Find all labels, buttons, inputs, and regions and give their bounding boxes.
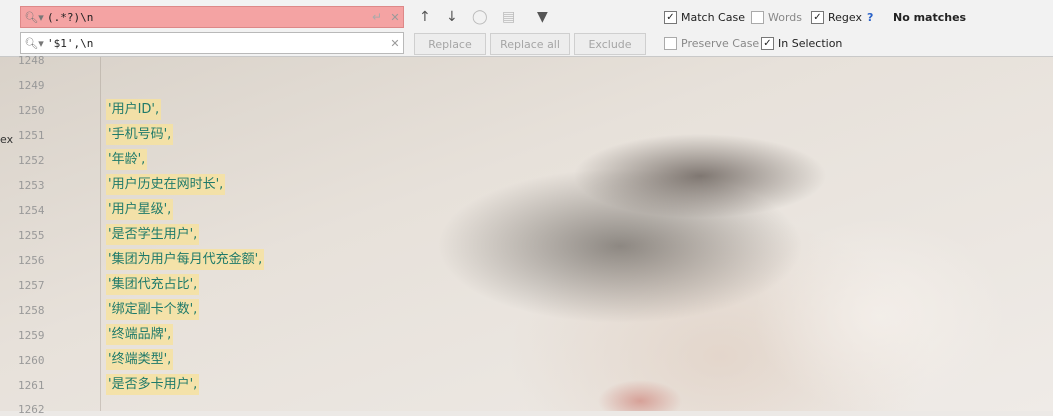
line-number: 1249: [18, 79, 45, 92]
filter-icon[interactable]: ▼: [537, 9, 548, 25]
replace-search-icon[interactable]: 🔍︎▾: [21, 37, 47, 50]
select-all-occurrences-icon[interactable]: ▤: [502, 9, 515, 25]
code-line[interactable]: '用户ID',: [106, 99, 162, 120]
words-label: Words: [768, 11, 803, 24]
replace-input-value[interactable]: '$1',\n: [47, 37, 387, 50]
code-line[interactable]: '绑定副卡个数',: [106, 299, 200, 320]
line-number: 1250: [18, 104, 45, 117]
preserve-case-label: Preserve Case: [681, 37, 760, 50]
code-line[interactable]: '终端品牌',: [106, 324, 174, 345]
line-number: 1262: [18, 403, 45, 416]
line-number: 1256: [18, 254, 45, 267]
code-line[interactable]: '年龄',: [106, 149, 148, 170]
match-case-check-icon[interactable]: ✓: [664, 11, 677, 24]
arrow-up-icon[interactable]: ↑: [419, 9, 431, 25]
in-selection-check-icon[interactable]: ✓: [761, 37, 774, 50]
code-line[interactable]: '集团为用户每月代充金额',: [106, 249, 265, 270]
line-number: 1253: [18, 179, 45, 192]
exclude-button[interactable]: Exclude: [574, 33, 646, 55]
code-line[interactable]: '手机号码',: [106, 124, 174, 145]
code-line[interactable]: '是否多卡用户',: [106, 374, 200, 395]
line-number: 1255: [18, 229, 45, 242]
words-checkbox[interactable]: Words: [751, 11, 802, 24]
code-line[interactable]: '用户历史在网时长',: [106, 174, 226, 195]
match-case-label: Match Case: [681, 11, 745, 24]
search-input[interactable]: 🔍︎▾ (.*?)\n ↵ ✕: [20, 6, 404, 28]
enter-icon[interactable]: ↵: [367, 10, 387, 24]
line-number: 1258: [18, 304, 45, 317]
line-number: 1259: [18, 329, 45, 342]
words-check-icon[interactable]: [751, 11, 764, 24]
regex-help-icon[interactable]: ?: [867, 11, 873, 24]
line-number: 1261: [18, 379, 45, 392]
line-number: 1257: [18, 279, 45, 292]
code-line[interactable]: '终端类型',: [106, 349, 174, 370]
search-icon[interactable]: 🔍︎▾: [21, 11, 47, 24]
replace-all-button[interactable]: Replace all: [490, 33, 570, 55]
code-line[interactable]: '集团代充占比',: [106, 274, 200, 295]
arrow-down-icon[interactable]: ↓: [446, 9, 458, 25]
code-line[interactable]: '是否学生用户',: [106, 224, 200, 245]
in-selection-label: In Selection: [778, 37, 843, 50]
preserve-case-checkbox[interactable]: Preserve Case: [664, 37, 759, 50]
regex-label: Regex: [828, 11, 862, 24]
match-case-checkbox[interactable]: ✓ Match Case: [664, 11, 745, 24]
in-selection-checkbox[interactable]: ✓ In Selection: [761, 37, 842, 50]
line-number: 1248: [18, 54, 45, 67]
replace-input[interactable]: 🔍︎▾ '$1',\n ✕: [20, 32, 404, 54]
line-number: 1254: [18, 204, 45, 217]
preserve-case-check-icon[interactable]: [664, 37, 677, 50]
search-input-value[interactable]: (.*?)\n: [47, 11, 367, 24]
left-panel-stub: ex: [0, 133, 14, 146]
match-status: No matches: [893, 11, 967, 24]
clear-icon[interactable]: ✕: [387, 11, 403, 24]
replace-clear-icon[interactable]: ✕: [387, 37, 403, 50]
line-number: 1260: [18, 354, 45, 367]
regex-check-icon[interactable]: ✓: [811, 11, 824, 24]
code-line[interactable]: '用户星级',: [106, 199, 174, 220]
replace-button[interactable]: Replace: [414, 33, 486, 55]
regex-checkbox[interactable]: ✓ Regex: [811, 11, 862, 24]
find-all-icon[interactable]: ◯: [472, 9, 488, 25]
gutter-divider: [100, 56, 101, 411]
line-number: 1252: [18, 154, 45, 167]
find-replace-bar: 🔍︎▾ (.*?)\n ↵ ✕ 🔍︎▾ '$1',\n ✕ ↑ ↓ ◯ ▤ ▼ …: [0, 0, 1053, 57]
line-number: 1251: [18, 129, 45, 142]
